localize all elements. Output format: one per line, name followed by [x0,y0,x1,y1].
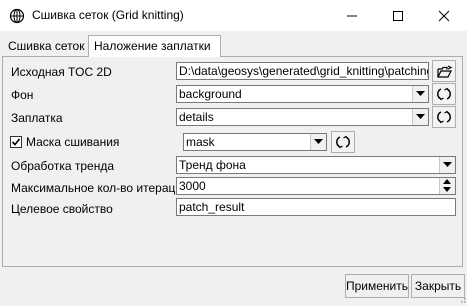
patch-refresh-button[interactable] [432,106,456,128]
target-property-input[interactable]: patch_result [176,198,456,216]
mask-label: Маска сшивания [26,135,120,149]
tab-grid-knitting[interactable]: Сшивка сеток [4,38,88,55]
spin-down-button[interactable] [440,186,455,194]
maximize-button[interactable] [375,0,421,31]
minimize-button[interactable] [329,0,375,31]
minimize-icon [347,15,357,17]
close-icon [438,10,450,22]
mask-refresh-button[interactable] [331,131,355,153]
window-title: Сшивка сеток (Grid knitting) [32,8,184,22]
mask-value: mask [186,135,215,149]
mask-checkbox[interactable] [10,136,22,148]
close-button[interactable] [421,0,467,31]
mask-dropdown-button[interactable] [310,134,326,150]
maximize-icon [393,11,403,21]
refresh-icon [437,87,451,101]
refresh-icon [437,110,451,124]
chevron-down-icon [416,114,425,119]
folder-open-icon [437,65,453,78]
max-iterations-label: Максимальное кол-во итераций [11,181,189,195]
trend-select[interactable]: Тренд фона [176,156,456,174]
spin-up-button[interactable] [440,178,455,186]
chevron-down-icon [314,139,323,144]
spin-up-icon [443,179,451,184]
background-select[interactable]: background [176,85,429,103]
apply-button[interactable]: Применить [345,274,409,298]
trend-dropdown-button[interactable] [439,157,455,173]
mask-select[interactable]: mask [183,133,327,151]
max-iterations-value: 3000 [179,179,206,193]
tab-patching[interactable]: Наложение заплатки [88,35,221,57]
globe-icon [9,8,25,24]
target-property-label: Целевое свойство [11,202,113,216]
refresh-icon [336,135,350,149]
background-dropdown-button[interactable] [412,86,428,102]
checkmark-icon [11,138,21,146]
resize-grip-icon[interactable] [458,292,466,303]
background-refresh-button[interactable] [432,83,456,105]
spin-control [439,178,455,194]
background-label: Фон [11,88,34,102]
patch-dropdown-button[interactable] [412,109,428,125]
max-iterations-spinner[interactable]: 3000 [176,177,456,195]
source-toc-label: Исходная TOC 2D [11,65,112,79]
trend-label: Обработка тренда [11,159,115,173]
trend-value: Тренд фона [179,158,246,172]
close-dialog-button[interactable]: Закрыть [411,274,465,298]
browse-button[interactable] [432,60,456,82]
source-toc-field[interactable]: D:\data\geosys\generated\grid_knitting\p… [176,62,429,80]
patch-label: Заплатка [11,111,63,125]
title-bar: Сшивка сеток (Grid knitting) [0,0,467,31]
chevron-down-icon [416,91,425,96]
chevron-down-icon [443,162,452,167]
spin-down-icon [443,187,451,192]
patch-value: details [179,110,214,124]
patch-select[interactable]: details [176,108,429,126]
background-value: background [179,87,242,101]
